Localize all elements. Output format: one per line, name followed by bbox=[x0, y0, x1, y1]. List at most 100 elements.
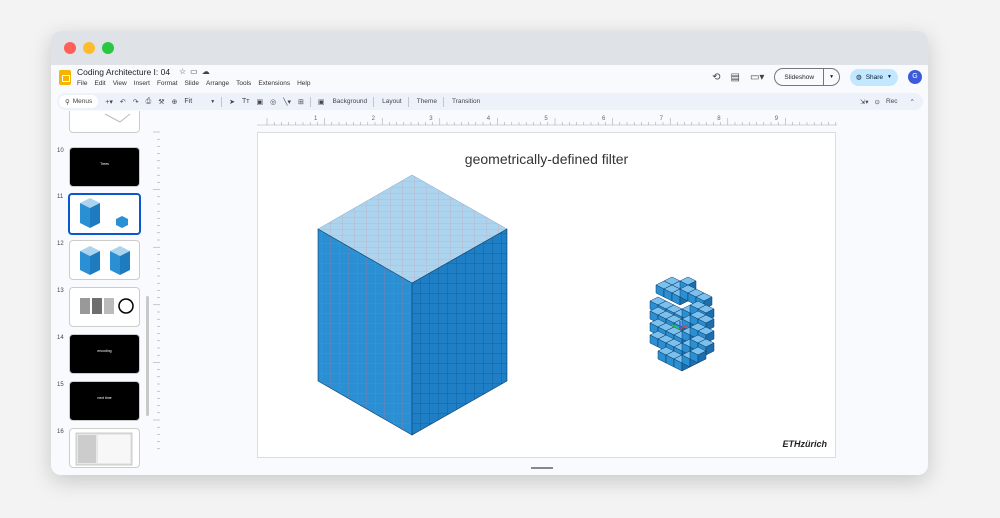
meet-icon[interactable]: ▭▾ bbox=[750, 72, 764, 83]
zoom-icon[interactable]: ⊕ bbox=[172, 98, 178, 106]
shape-icon[interactable]: ◎ bbox=[270, 98, 276, 106]
insert-comment-icon[interactable]: ⊞ bbox=[298, 98, 304, 106]
slideshow-button[interactable]: Slideshow ▼ bbox=[774, 68, 841, 86]
slide-number: 12 bbox=[57, 241, 64, 247]
document-title[interactable]: Coding Architecture I: 04 bbox=[77, 67, 170, 77]
menu-format[interactable]: Format bbox=[157, 80, 178, 87]
menu-file[interactable]: File bbox=[77, 80, 87, 87]
slides-logo-icon[interactable] bbox=[59, 70, 71, 85]
history-icon[interactable]: ⟲ bbox=[712, 72, 720, 83]
menus-search-label: Menus bbox=[72, 98, 93, 105]
app-header: Coding Architecture I: 04 ☆▭☁ File Edit … bbox=[51, 65, 928, 91]
record-icon[interactable]: ⊙ bbox=[875, 98, 880, 106]
vertical-ruler[interactable] bbox=[151, 129, 161, 459]
comments-icon[interactable]: ▤ bbox=[731, 72, 740, 83]
menu-slide[interactable]: Slide bbox=[185, 80, 199, 87]
menu-help[interactable]: Help bbox=[297, 80, 310, 87]
slide-thumbnail[interactable] bbox=[69, 287, 140, 327]
large-voxel-cube[interactable] bbox=[317, 174, 508, 436]
cloud-status-icon[interactable]: ☁ bbox=[202, 67, 214, 76]
divider bbox=[221, 96, 223, 107]
title-actions: ☆▭☁ bbox=[179, 67, 214, 76]
ruler-label: 1 bbox=[314, 116, 318, 122]
print-icon[interactable]: ⎙ bbox=[146, 98, 152, 106]
maximize-window-button[interactable] bbox=[102, 42, 114, 54]
thumbnail-row[interactable]: 15 next time bbox=[51, 381, 149, 421]
thumbnail-text: encoding bbox=[97, 349, 112, 353]
diagram-thumbnail-icon bbox=[104, 113, 131, 123]
image-icon[interactable]: ▣ bbox=[257, 98, 264, 106]
avatar[interactable]: G bbox=[908, 70, 922, 84]
divider bbox=[373, 96, 375, 107]
menus-search-button[interactable]: ⚲ Menus bbox=[59, 95, 99, 108]
thumbnail-row[interactable]: 10 Trees bbox=[51, 147, 149, 187]
menu-view[interactable]: View bbox=[113, 80, 127, 87]
slide-number: 11 bbox=[57, 194, 64, 200]
thumbnail-row[interactable] bbox=[51, 111, 149, 133]
move-folder-icon[interactable]: ▭ bbox=[190, 67, 202, 76]
ruler-label: 9 bbox=[775, 116, 779, 122]
slide-number: 16 bbox=[57, 429, 64, 435]
chevron-down-icon[interactable]: ▼ bbox=[887, 74, 892, 80]
slide-thumbnail[interactable]: Trees bbox=[69, 147, 140, 187]
close-window-button[interactable] bbox=[64, 42, 76, 54]
menu-extensions[interactable]: Extensions bbox=[258, 80, 290, 87]
slide-canvas[interactable]: geometrically-defined filter ETHzürich bbox=[257, 132, 836, 458]
line-icon[interactable]: ╲▾ bbox=[283, 98, 291, 106]
transition-button[interactable]: Transition bbox=[452, 98, 480, 105]
share-button[interactable]: ◍ Share ▼ bbox=[850, 68, 898, 86]
rec-label[interactable]: Rec bbox=[886, 98, 898, 105]
toolbar-right: ⇲▾ ⊙ Rec ⌃ bbox=[860, 98, 915, 106]
pointer-icon[interactable]: ⇲▾ bbox=[860, 98, 869, 106]
comment-icon[interactable]: ▣ bbox=[318, 98, 325, 106]
paint-format-icon[interactable]: ⚒ bbox=[158, 98, 164, 106]
menu-edit[interactable]: Edit bbox=[94, 80, 105, 87]
window-titlebar bbox=[51, 31, 928, 65]
thumbnail-row[interactable]: 14 encoding bbox=[51, 334, 149, 374]
slideshow-label[interactable]: Slideshow bbox=[775, 74, 823, 81]
star-icon[interactable]: ☆ bbox=[179, 67, 190, 76]
zoom-select[interactable]: Fit bbox=[184, 98, 192, 105]
ruler-label: 3 bbox=[429, 116, 433, 122]
ruler-label: 4 bbox=[487, 116, 491, 122]
slide-thumbnail[interactable] bbox=[69, 111, 140, 133]
background-button[interactable]: Background bbox=[332, 98, 367, 105]
slide-number: 13 bbox=[57, 288, 64, 294]
slide-thumbnail[interactable]: next time bbox=[69, 381, 140, 421]
slide-number: 14 bbox=[57, 335, 64, 341]
layout-button[interactable]: Layout bbox=[382, 98, 402, 105]
chevron-up-icon[interactable]: ⌃ bbox=[910, 98, 915, 106]
slide-number: 15 bbox=[57, 382, 64, 388]
undo-icon[interactable]: ↶ bbox=[120, 98, 126, 106]
menu-tools[interactable]: Tools bbox=[236, 80, 251, 87]
slide-thumbnail[interactable] bbox=[69, 240, 140, 280]
select-cursor-icon[interactable]: ➤ bbox=[229, 98, 235, 106]
thumbnail-row[interactable]: 12 bbox=[51, 240, 149, 280]
patterns-thumbnail-icon bbox=[80, 298, 134, 314]
thumbnail-row[interactable]: 11 bbox=[51, 193, 149, 235]
speaker-notes-handle[interactable] bbox=[531, 467, 553, 469]
text-box-icon[interactable]: Tт bbox=[242, 98, 249, 105]
thumbnail-row[interactable]: 13 bbox=[51, 287, 149, 327]
slide-thumbnail-selected[interactable] bbox=[68, 193, 141, 235]
slide-thumbnail[interactable] bbox=[69, 428, 140, 468]
chevron-down-icon[interactable]: ▼ bbox=[823, 69, 839, 85]
app-window: Coding Architecture I: 04 ☆▭☁ File Edit … bbox=[51, 31, 928, 475]
menu-arrange[interactable]: Arrange bbox=[206, 80, 229, 87]
screenshot-thumbnail-icon bbox=[75, 432, 133, 466]
theme-button[interactable]: Theme bbox=[417, 98, 437, 105]
chevron-down-icon[interactable]: ▼ bbox=[210, 99, 215, 105]
toolbar: ⚲ Menus +▾ ↶ ↷ ⎙ ⚒ ⊕ Fit ▼ ➤ Tт ▣ ◎ ╲▾ ⊞… bbox=[57, 93, 923, 110]
horizontal-ruler[interactable]: 1 2 3 4 5 6 7 8 9 bbox=[257, 114, 837, 126]
redo-icon[interactable]: ↷ bbox=[133, 98, 139, 106]
minimize-window-button[interactable] bbox=[83, 42, 95, 54]
menu-insert[interactable]: Insert bbox=[134, 80, 150, 87]
globe-icon: ◍ bbox=[856, 74, 862, 81]
cubes-thumbnail-icon bbox=[80, 246, 130, 275]
eth-logo: ETHzürich bbox=[782, 439, 827, 449]
new-slide-icon[interactable]: +▾ bbox=[105, 98, 113, 106]
filtered-voxel-shape[interactable] bbox=[649, 276, 715, 372]
filmstrip-scrollbar[interactable] bbox=[146, 296, 149, 416]
thumbnail-row[interactable]: 16 bbox=[51, 428, 149, 468]
slide-thumbnail[interactable]: encoding bbox=[69, 334, 140, 374]
